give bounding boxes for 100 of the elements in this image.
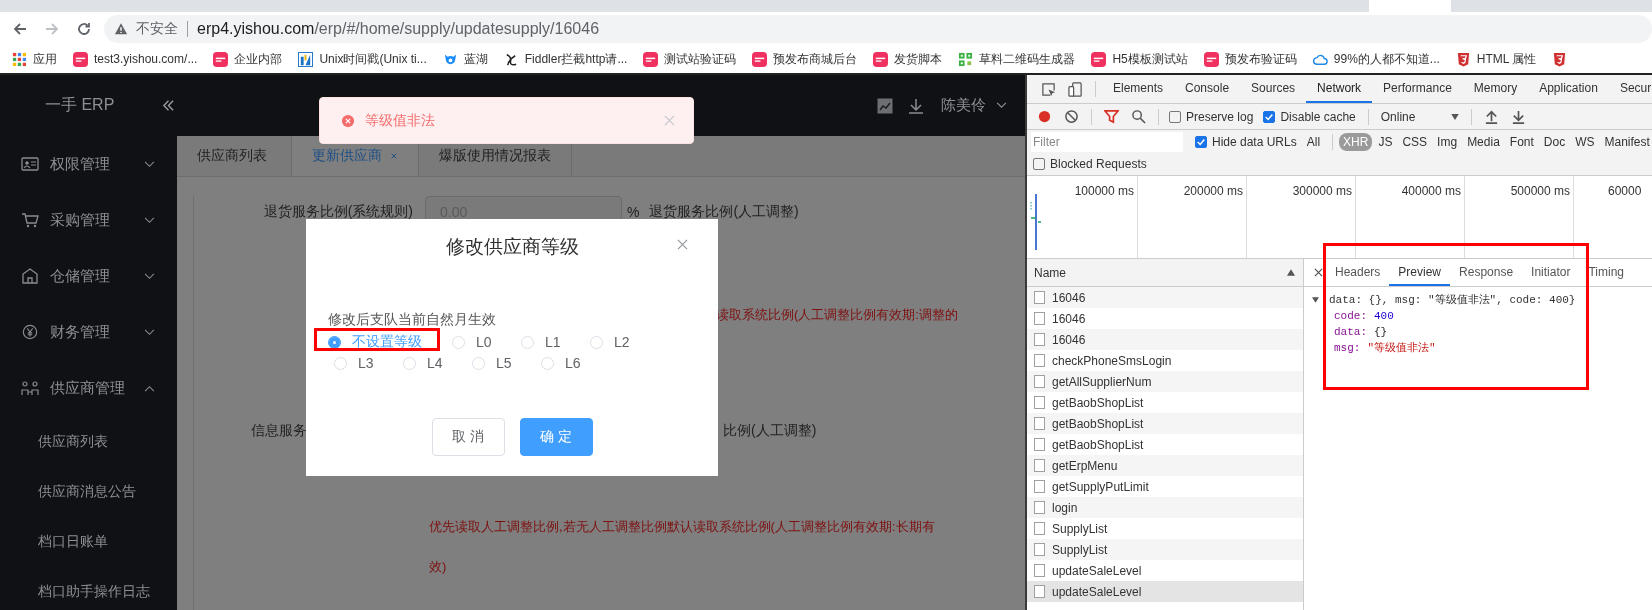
cancel-button[interactable]: 取 消 — [431, 418, 505, 456]
type-filter[interactable]: Media — [1463, 132, 1504, 151]
throttle-select[interactable]: Online — [1374, 109, 1465, 124]
detail-tab[interactable]: Response — [1450, 259, 1523, 286]
bookmark[interactable]: 99%的人都不知道... — [1312, 50, 1440, 68]
bookmark[interactable]: 企业内部 — [213, 50, 283, 68]
radio-option[interactable]: L3 — [334, 354, 403, 372]
radio-option[interactable]: L4 — [403, 354, 472, 372]
bookmark[interactable]: 草料二维码生成器 — [958, 50, 1076, 68]
preview-property: msg: "等级值非法" — [1333, 341, 1437, 356]
bookmark[interactable]: HTML 属性 — [1455, 50, 1537, 68]
checkbox-label[interactable]: Hide data URLs — [1212, 134, 1297, 149]
detail-tab[interactable]: Headers — [1326, 259, 1390, 286]
radio-button[interactable] — [328, 335, 341, 349]
devtools-tab[interactable]: Sources — [1240, 75, 1307, 103]
checkbox-label[interactable]: Blocked Requests — [1050, 157, 1147, 171]
file-icon — [1034, 291, 1045, 304]
bookmark[interactable] — [1552, 51, 1568, 67]
bookmark[interactable]: 预发布验证码 — [1203, 50, 1297, 68]
bookmark[interactable]: 蓝湖 — [442, 50, 488, 68]
bookmark[interactable]: 发货脚本 — [873, 50, 943, 68]
sort-icon[interactable] — [1287, 269, 1295, 276]
clear-icon[interactable] — [1064, 109, 1079, 124]
submenu-item[interactable]: 供应商消息公告 — [0, 466, 177, 516]
radio-option[interactable]: L6 — [541, 354, 610, 372]
filter-icon[interactable] — [1104, 109, 1119, 124]
device-icon[interactable] — [1068, 81, 1083, 97]
back-icon[interactable] — [12, 20, 28, 37]
address-bar[interactable]: 不安全 erp4.yishou.com/erp/#/home/supply/updatesupply/16046 — [104, 14, 1652, 43]
request-row[interactable]: login — [1027, 497, 1303, 518]
type-filter[interactable]: JS — [1374, 132, 1397, 151]
devtools-tab[interactable]: Elements — [1102, 75, 1175, 103]
request-row[interactable]: 16046 — [1027, 287, 1303, 308]
menu-item[interactable]: 采购管理 — [0, 192, 177, 248]
preview-property: data: {} — [1333, 325, 1389, 340]
filter-field[interactable]: Filter — [1031, 131, 1183, 152]
house-icon — [21, 268, 39, 284]
devtools-tab[interactable]: Application — [1528, 75, 1609, 103]
request-row[interactable]: getBaobShopList — [1027, 413, 1303, 434]
bookmark[interactable]: test3.yishou.com/... — [73, 51, 198, 67]
radio-option[interactable]: L2 — [590, 333, 659, 351]
expand-icon[interactable] — [1312, 297, 1319, 303]
file-icon — [1034, 501, 1045, 514]
type-filter[interactable]: CSS — [1398, 132, 1432, 151]
type-filter[interactable]: All — [1302, 132, 1325, 151]
type-filter[interactable]: Img — [1433, 132, 1462, 151]
search-icon[interactable] — [1131, 109, 1146, 124]
user-menu[interactable]: 陈美伶 — [941, 96, 1007, 115]
request-row[interactable]: 16046 — [1027, 329, 1303, 350]
checkbox-label[interactable]: Preserve log — [1186, 109, 1254, 124]
submenu-item[interactable]: 供应商列表 — [0, 416, 177, 466]
download-icon[interactable] — [1510, 109, 1526, 124]
detail-tab[interactable]: Initiator — [1522, 259, 1580, 286]
request-row[interactable]: getErpMenu — [1027, 455, 1303, 476]
devtools-tab[interactable]: Console — [1174, 75, 1241, 103]
radio-option[interactable]: L0 — [452, 333, 521, 351]
reload-icon[interactable] — [76, 20, 92, 37]
collapse-icon[interactable] — [162, 99, 176, 112]
file-icon — [1034, 522, 1045, 535]
submenu-item[interactable]: 档口日账单 — [0, 516, 177, 566]
close-icon[interactable] — [1314, 268, 1323, 277]
detail-tab[interactable]: Preview — [1389, 259, 1451, 286]
checkbox[interactable] — [1263, 110, 1276, 123]
inspect-icon[interactable] — [1041, 81, 1056, 97]
menu-item[interactable]: 仓储管理 — [0, 248, 177, 304]
bookmark[interactable]: H5模板测试站 — [1091, 50, 1188, 68]
download-icon[interactable] — [908, 97, 924, 114]
column-header[interactable]: Name — [1034, 265, 1066, 280]
checkbox[interactable] — [1169, 110, 1181, 123]
type-filter[interactable]: Doc — [1539, 132, 1570, 151]
menu-item[interactable]: 权限管理 — [0, 136, 177, 192]
time-tick: 100000 ms — [1074, 184, 1134, 198]
bookmark[interactable]: Fiddler拦截http请... — [503, 50, 628, 68]
request-row[interactable]: updateSaleLevel — [1027, 581, 1303, 602]
checkbox-label[interactable]: Disable cache — [1280, 109, 1356, 124]
toast-message: 等级值非法 — [365, 111, 436, 130]
type-filter[interactable]: Font — [1505, 132, 1538, 151]
submenu-item[interactable]: 档口助手操作日志 — [0, 566, 177, 610]
devtools-tab[interactable]: Performance — [1372, 75, 1463, 103]
radio-option[interactable]: L5 — [472, 354, 541, 372]
request-row[interactable]: getAllSupplierNum — [1027, 371, 1303, 392]
record-icon[interactable] — [1037, 109, 1052, 124]
devtools-tab[interactable]: Memory — [1462, 75, 1529, 103]
bookmark[interactable]: 预发布商城后台 — [752, 50, 858, 68]
detail-tab[interactable]: Timing — [1579, 259, 1633, 286]
type-filter[interactable]: Manifest — [1600, 132, 1652, 151]
upload-icon[interactable] — [1483, 109, 1499, 124]
request-row[interactable]: SupplyList — [1027, 539, 1303, 560]
checkbox[interactable] — [1033, 158, 1045, 170]
type-filter[interactable]: WS — [1571, 132, 1599, 151]
close-icon[interactable] — [677, 239, 688, 250]
bookmark[interactable]: Unix时间戳(Unix ti... — [298, 50, 427, 68]
menu-item[interactable]: 供应商管理 — [0, 360, 177, 416]
checkbox[interactable] — [1195, 135, 1207, 148]
menu-item[interactable]: 财务管理 — [0, 304, 177, 360]
field-label: 退货服务比例(人工调整) — [649, 203, 799, 221]
radio-option[interactable]: L1 — [521, 333, 590, 351]
bookmark[interactable]: 测试站验证码 — [643, 50, 737, 68]
chart-icon[interactable] — [877, 97, 893, 114]
bookmark[interactable]: 应用 — [12, 50, 57, 68]
